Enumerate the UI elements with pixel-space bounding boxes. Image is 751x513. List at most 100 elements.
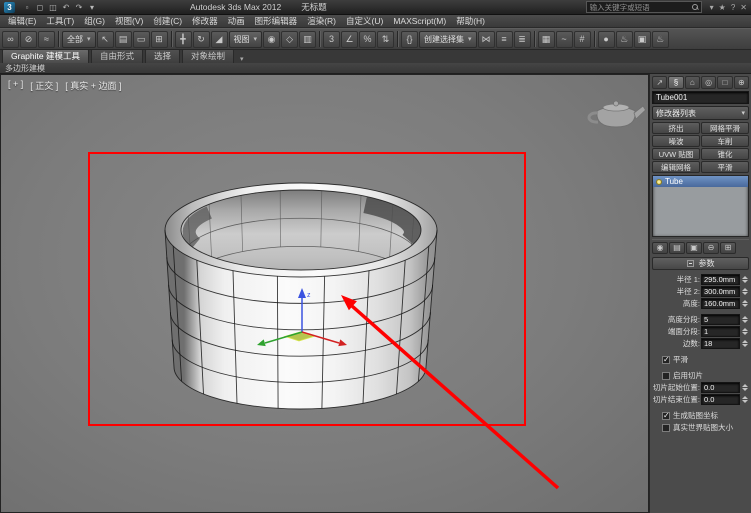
select-and-link-icon[interactable]: ∞ (2, 30, 19, 48)
menu-tools[interactable]: 工具(T) (41, 15, 79, 27)
curve-editor-icon[interactable]: ~ (555, 30, 573, 48)
schematic-view-icon[interactable]: # (573, 30, 591, 48)
redo-icon[interactable]: ↷ (73, 3, 85, 12)
radius2-input[interactable]: 300.0mm (701, 286, 740, 297)
menu-edit[interactable]: 编辑(E) (3, 15, 41, 27)
polygon-modeling-panel-label[interactable]: 多边形建模 (5, 63, 45, 74)
menu-graph-editors[interactable]: 图形编辑器 (250, 15, 303, 27)
select-by-name-icon[interactable]: ▤ (114, 30, 132, 48)
use-pivot-center-icon[interactable]: ◉ (263, 30, 281, 48)
uvw-map-button[interactable]: UVW 贴图 (652, 148, 700, 160)
real-world-map-size-checkbox[interactable] (662, 423, 670, 432)
viewport[interactable]: [ + ] [ 正交 ] [ 真实 + 边面 ] z (0, 74, 649, 513)
generate-mapping-coords-checkbox[interactable] (662, 411, 670, 420)
teapot-icon[interactable] (587, 100, 647, 128)
lathe-button[interactable]: 车削 (701, 135, 749, 147)
select-object-icon[interactable]: ↖ (96, 30, 114, 48)
edit-mesh-button[interactable]: 编辑网格 (652, 161, 700, 173)
tab-freeform[interactable]: 自由形式 (90, 48, 143, 63)
favorites-icon[interactable]: ★ (719, 3, 726, 12)
display-tab-icon[interactable]: □ (717, 76, 733, 89)
help-icon[interactable]: ? (731, 3, 735, 12)
spinner-snap-icon[interactable]: ⇅ (377, 30, 395, 48)
viewport-shading-label[interactable]: [ 真实 + 边面 ] (65, 79, 121, 92)
selection-filter-dropdown[interactable]: 全部 ▾ (62, 30, 96, 48)
smooth-checkbox[interactable] (662, 355, 670, 364)
infocenter-dropdown-icon[interactable]: ▾ (710, 3, 714, 12)
mirror-icon[interactable]: ⋈ (477, 30, 495, 48)
menu-group[interactable]: 组(G) (79, 15, 110, 27)
snaps-toggle-icon[interactable]: 3 (323, 30, 341, 48)
rendered-frame-icon[interactable]: ▣ (633, 30, 651, 48)
undo-icon[interactable]: ↶ (60, 3, 72, 12)
pin-stack-icon[interactable]: ◉ (652, 241, 668, 254)
lightbulb-icon[interactable] (656, 178, 662, 185)
close-icon[interactable]: ✕ (740, 3, 747, 12)
menu-help[interactable]: 帮助(H) (451, 15, 490, 27)
search-input[interactable]: 输入关键字或短语 (585, 1, 702, 13)
motion-tab-icon[interactable]: ◎ (700, 76, 717, 89)
radius1-spinner[interactable] (741, 275, 749, 285)
noise-button[interactable]: 噪波 (652, 135, 700, 147)
slice-to-input[interactable]: 0.0 (701, 394, 740, 405)
bind-to-spacewarp-icon[interactable]: ≈ (38, 30, 55, 48)
reference-coordinate-dropdown[interactable]: 视图 ▾ (228, 30, 263, 48)
cap-segs-spinner[interactable] (741, 327, 749, 337)
viewport-pov-label[interactable]: [ 正交 ] (30, 79, 58, 92)
render-production-icon[interactable]: ♨ (651, 30, 669, 48)
configure-modifier-sets-icon[interactable]: ⊞ (720, 241, 736, 254)
radius2-spinner[interactable] (741, 287, 749, 297)
select-and-scale-icon[interactable]: ◢ (210, 30, 228, 48)
create-tab-icon[interactable]: ↗ (652, 76, 668, 89)
height-segs-spinner[interactable] (741, 315, 749, 325)
modifier-stack[interactable]: Tube (652, 175, 749, 237)
open-file-icon[interactable]: ◻ (34, 3, 46, 12)
menu-rendering[interactable]: 渲染(R) (302, 15, 341, 27)
app-logo-icon[interactable]: 3 (4, 1, 15, 13)
rectangular-selection-icon[interactable]: ▭ (132, 30, 150, 48)
tab-object-paint[interactable]: 对象绘制 (182, 48, 235, 63)
modifier-list-dropdown[interactable]: 修改器列表 ▾ (652, 106, 749, 120)
slice-to-spinner[interactable] (741, 395, 749, 405)
extrude-button[interactable]: 挤出 (652, 122, 700, 134)
viewport-menu-label[interactable]: [ + ] (8, 79, 23, 92)
workspace-dropdown-icon[interactable]: ▾ (86, 3, 98, 12)
tab-selection[interactable]: 选择 (144, 48, 180, 63)
stack-item-tube[interactable]: Tube (653, 176, 748, 187)
new-file-icon[interactable]: ▫ (21, 3, 33, 12)
named-selection-dropdown[interactable]: 创建选择集 ▾ (419, 30, 477, 48)
modify-tab-icon[interactable]: § (668, 76, 684, 89)
render-setup-icon[interactable]: ♨ (615, 30, 633, 48)
window-crossing-icon[interactable]: ⊞ (150, 30, 168, 48)
ribbon-collapse-icon[interactable]: ▾ (236, 55, 248, 63)
sides-input[interactable]: 18 (701, 338, 740, 349)
save-file-icon[interactable]: ◫ (47, 3, 59, 12)
menu-maxscript[interactable]: MAXScript(M) (388, 16, 451, 26)
smooth-button[interactable]: 平滑 (701, 161, 749, 173)
menu-create[interactable]: 创建(C) (148, 15, 187, 27)
select-and-manipulate-icon[interactable]: ◇ (281, 30, 299, 48)
show-end-result-icon[interactable]: ▤ (669, 241, 685, 254)
utilities-tab-icon[interactable]: ⊕ (733, 76, 749, 89)
graphite-ribbon-icon[interactable]: ▦ (537, 30, 555, 48)
taper-button[interactable]: 锥化 (701, 148, 749, 160)
height-spinner[interactable] (741, 299, 749, 309)
radius1-input[interactable]: 295.0mm (701, 274, 740, 285)
unlink-selection-icon[interactable]: ⊘ (20, 30, 37, 48)
percent-snap-icon[interactable]: % (359, 30, 377, 48)
sides-spinner[interactable] (741, 339, 749, 349)
select-and-move-icon[interactable]: ╋ (174, 30, 192, 48)
layer-manager-icon[interactable]: ≣ (513, 30, 531, 48)
slice-from-input[interactable]: 0.0 (701, 382, 740, 393)
menu-views[interactable]: 视图(V) (110, 15, 148, 27)
hierarchy-tab-icon[interactable]: ⌂ (684, 76, 700, 89)
height-input[interactable]: 160.0mm (701, 298, 740, 309)
menu-customize[interactable]: 自定义(U) (341, 15, 388, 27)
search-icon[interactable] (691, 4, 698, 10)
slice-on-checkbox[interactable] (662, 371, 670, 380)
keyboard-override-icon[interactable]: ▥ (299, 30, 317, 48)
parameters-rollout-header[interactable]: 参数 (652, 257, 749, 270)
edit-named-sets-icon[interactable]: {} (401, 30, 419, 48)
make-unique-icon[interactable]: ▣ (686, 241, 702, 254)
remove-modifier-icon[interactable]: ⊖ (703, 241, 719, 254)
